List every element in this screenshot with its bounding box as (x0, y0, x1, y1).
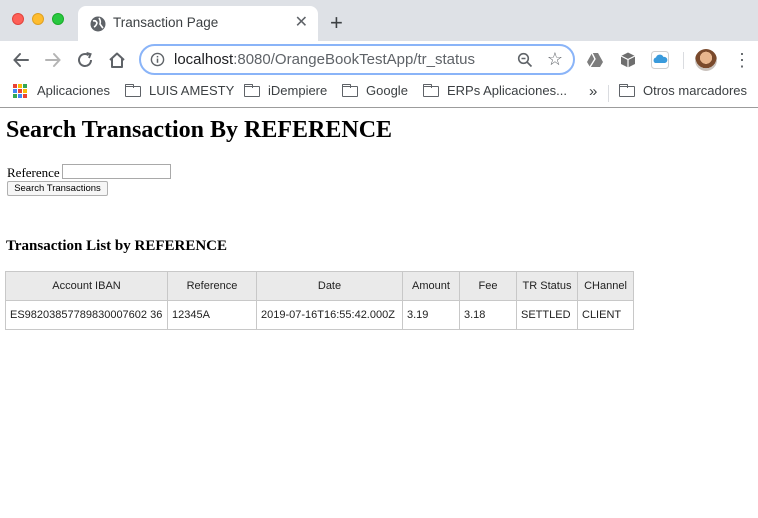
drive-icon[interactable] (586, 51, 604, 69)
table-cell: 3.19 (402, 300, 460, 330)
column-header: Account IBAN (5, 271, 168, 301)
forward-button[interactable] (42, 49, 64, 71)
table-cell: ES98203857789830007602 36 (5, 300, 168, 330)
column-header: Reference (167, 271, 257, 301)
bookmark-label: Aplicaciones (37, 83, 110, 98)
reference-label: Reference (7, 165, 60, 180)
back-button[interactable] (10, 49, 32, 71)
bookmark-folder[interactable]: ERPs Aplicaciones... (423, 83, 567, 98)
bookmarks-overflow-button[interactable]: » (589, 83, 597, 100)
tab-bar: Transaction Page ✕ + (0, 0, 758, 41)
cube-extension-icon[interactable] (619, 51, 637, 69)
zoom-icon[interactable] (517, 52, 533, 68)
tab-title: Transaction Page (113, 15, 219, 30)
close-icon[interactable]: ✕ (295, 13, 308, 33)
reference-input[interactable] (62, 164, 171, 179)
column-header: TR Status (516, 271, 578, 301)
bookmark-label: LUIS AMESTY (149, 83, 235, 98)
info-icon[interactable] (150, 52, 165, 67)
new-tab-button[interactable]: + (330, 12, 343, 34)
bookmark-label: Otros marcadores (643, 83, 748, 98)
reload-button[interactable] (74, 49, 96, 71)
browser-toolbar: localhost:8080/OrangeBookTestApp/tr_stat… (0, 41, 758, 79)
transaction-list-title: Transaction List by REFERENCE (6, 238, 228, 254)
table-cell: CLIENT (577, 300, 634, 330)
apps-grid-icon (13, 83, 27, 98)
arrow-left-icon (13, 53, 29, 67)
bookmark-other[interactable]: Otros marcadores (619, 83, 747, 98)
column-header: Fee (459, 271, 517, 301)
more-vert-icon[interactable]: ⋮ (733, 49, 751, 71)
table-cell: 3.18 (459, 300, 517, 330)
folder-icon (423, 84, 439, 97)
address-bar[interactable]: localhost:8080/OrangeBookTestApp/tr_stat… (139, 44, 575, 75)
toolbar-divider (683, 52, 684, 69)
window-maximize-button[interactable] (52, 13, 64, 25)
column-header: CHannel (577, 271, 634, 301)
transactions-table: Account IBAN Reference Date Amount Fee T… (5, 271, 634, 330)
bookmarks-divider (608, 85, 609, 102)
folder-icon (342, 84, 358, 97)
table-header-row: Account IBAN Reference Date Amount Fee T… (5, 271, 634, 301)
cloud-icon[interactable] (651, 51, 669, 69)
bookmark-label: iDempiere (268, 83, 328, 98)
bookmark-label: Google (366, 83, 408, 98)
url-text[interactable]: localhost:8080/OrangeBookTestApp/tr_stat… (174, 51, 475, 68)
table-row: ES98203857789830007602 36 12345A 2019-07… (5, 300, 634, 330)
folder-icon (244, 84, 260, 97)
url-host: localhost (174, 51, 234, 68)
column-header: Date (256, 271, 403, 301)
bookmark-apps[interactable]: Aplicaciones (13, 83, 110, 98)
page-title: Search Transaction By REFERENCE (6, 117, 393, 143)
bookmark-label: ERPs Aplicaciones... (447, 83, 567, 98)
globe-icon (90, 16, 106, 32)
reload-icon (78, 52, 92, 67)
window-minimize-button[interactable] (32, 13, 44, 25)
table-cell: 2019-07-16T16:55:42.000Z (256, 300, 403, 330)
bookmark-folder[interactable]: Google (342, 83, 408, 98)
bookmark-folder[interactable]: LUIS AMESTY (125, 83, 234, 98)
browser-tab[interactable]: Transaction Page ✕ (78, 6, 318, 41)
star-icon[interactable]: ☆ (547, 49, 563, 69)
window-close-button[interactable] (12, 13, 24, 25)
bookmarks-bar: Aplicaciones LUIS AMESTY iDempiere Googl… (0, 79, 758, 108)
arrow-right-icon (45, 53, 61, 67)
url-path: :8080/OrangeBookTestApp/tr_status (233, 51, 476, 68)
search-transactions-button[interactable]: Search Transactions (7, 181, 108, 196)
home-icon (109, 52, 125, 68)
folder-icon (125, 84, 141, 97)
column-header: Amount (402, 271, 460, 301)
page-content: Search Transaction By REFERENCE Referenc… (0, 109, 758, 518)
home-button[interactable] (106, 49, 128, 71)
bookmark-folder[interactable]: iDempiere (244, 83, 327, 98)
folder-icon (619, 84, 635, 97)
table-cell: 12345A (167, 300, 257, 330)
avatar[interactable] (695, 49, 717, 71)
table-cell: SETTLED (516, 300, 578, 330)
